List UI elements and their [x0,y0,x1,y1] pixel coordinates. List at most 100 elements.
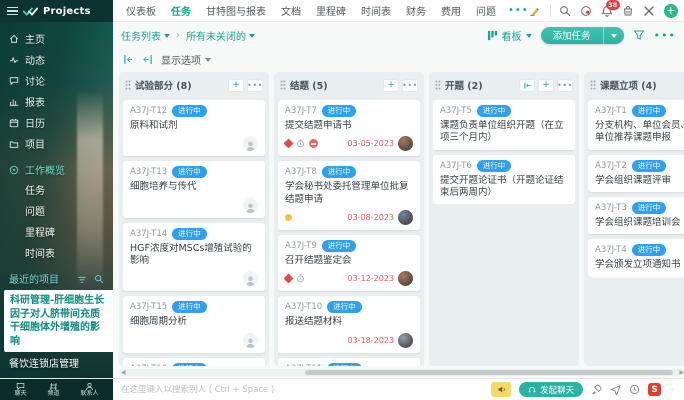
task-card-A37J-T13[interactable]: A37J-T13进行中细胞培养与传代 [123,161,265,217]
announcement-speaker-icon[interactable] [491,382,511,397]
assignee-avatar[interactable] [398,210,413,225]
task-card-A37J-T11[interactable]: A37J-T11进行中中国教育协会批复结题，颁发结题证书 [278,358,420,366]
task-card-A37J-T15[interactable]: A37J-T15进行中细胞周期分析 [123,296,265,352]
dock-tab-联系人[interactable]: 联系人 [80,382,98,398]
tab-里程碑[interactable]: 里程碑 [316,3,346,18]
help-clock-icon[interactable] [629,384,640,395]
tabs-more-button[interactable]: ••• [508,5,529,16]
kanban-column-课题立项: 课题立项 (4)+•••A37J-T1进行中分支机构、单位会员、地区等单位推荐课… [584,72,684,366]
task-card-A37J-T6[interactable]: A37J-T6进行中提交开题论证书（开题论证结束后两周内） [433,155,575,205]
recent-project-selected[interactable]: 科研管理-肝细胞生长因子对人脐带间充质干细胞体外增殖的影响 [4,290,113,352]
task-title: 原料和试剂 [130,120,258,132]
column-more-button[interactable]: ••• [247,79,263,92]
task-card-A37J-T9[interactable]: A37J-T9进行中召开结题鉴定会03-12-2023 [278,235,420,291]
send-icon[interactable] [610,384,621,395]
add-task-button[interactable]: 添加任务 [541,27,603,44]
collapse-all-columns-icon[interactable] [142,54,153,65]
add-card-button[interactable]: + [538,79,554,92]
record-icon[interactable] [580,4,593,17]
rocket-icon[interactable] [591,384,602,395]
due-date: 03-08-2023 [348,213,395,222]
assignee-avatar[interactable] [398,333,413,348]
scroll-right-arrow[interactable]: ▶ [679,369,684,376]
assignee-avatar-placeholder[interactable] [243,198,258,213]
scroll-left-arrow[interactable]: ◀ [121,369,126,376]
add-task-split-button[interactable]: 添加任务 [541,27,624,44]
task-card-A37J-T12[interactable]: A37J-T12进行中原料和试剂 [123,100,265,156]
dock-tab-频道[interactable]: 频道 [47,382,59,398]
marketplace-bag-icon[interactable] [622,4,635,17]
assignee-avatar-placeholder[interactable] [243,333,258,348]
task-card-A37J-T4[interactable]: A37J-T4进行中学会颁发立项通知书 [588,239,684,276]
drag-handle-icon[interactable] [280,80,286,90]
scrollbar-thumb[interactable] [305,370,672,375]
assignee-avatar-placeholder[interactable] [243,271,258,286]
assignee-avatar[interactable] [398,136,413,151]
add-task-dropdown-caret[interactable] [603,27,624,44]
collapse-column-button[interactable] [519,79,535,92]
task-card-A37J-T1[interactable]: A37J-T1进行中分支机构、单位会员、地区等单位推荐课题申报 [588,100,684,150]
task-card-A37J-T3[interactable]: A37J-T3进行中学会组织课题培训会 [588,197,684,234]
view-switch-kanban[interactable]: 看板 [487,28,532,43]
tab-仪表板[interactable]: 仪表板 [126,3,156,18]
filter-dropdown[interactable]: 所有未关闭的 [186,28,255,43]
work-subitem-时间表[interactable]: 时间表 [0,242,113,263]
tab-任务[interactable]: 任务 [171,3,191,18]
board-more-button[interactable]: ••• [654,29,676,42]
recent-project[interactable]: 项目管理 [0,376,113,379]
search-icon[interactable] [559,4,572,17]
tab-时间表[interactable]: 时间表 [361,3,391,18]
drag-handle-icon[interactable] [590,80,596,90]
start-chat-button[interactable]: 发起聊天 [519,382,583,397]
sidebar-item-报表[interactable]: 报表 [0,91,113,112]
tab-文档[interactable]: 文档 [281,3,301,18]
sidebar-section-work-overview[interactable]: 工作概览 [0,154,113,179]
people-search-input[interactable] [121,385,483,395]
expand-all-columns-icon[interactable] [123,54,134,65]
drag-handle-icon[interactable] [125,80,131,90]
task-card-A37J-T16[interactable]: A37J-T16进行中Western blot检测 [123,358,265,366]
notifications-bell-icon[interactable]: 38 [601,4,614,17]
sidebar-item-主页[interactable]: 主页 [0,28,113,49]
assignee-avatar[interactable] [398,271,413,286]
task-card-A37J-T8[interactable]: A37J-T8进行中学会秘书处委托管理单位批复结题申请03-08-2023 [278,161,420,230]
quick-add-button[interactable]: + [664,4,678,18]
work-subitem-里程碑[interactable]: 里程碑 [0,221,113,242]
sort-icon[interactable] [77,274,87,284]
tab-费用[interactable]: 费用 [441,3,461,18]
dock-tab-聊天[interactable]: 聊天 [14,382,26,398]
chevron-down-icon [164,34,170,38]
sidebar-item-日历[interactable]: 日历 [0,112,113,133]
app-logo-text[interactable]: Projects [43,6,91,17]
work-subitem-问题[interactable]: 问题 [0,200,113,221]
salesiq-icon[interactable]: S [648,383,661,396]
sidebar-item-讨论[interactable]: 讨论 [0,70,113,91]
add-card-button[interactable]: + [383,79,399,92]
display-options-dropdown[interactable]: 显示选项 [161,52,211,67]
task-card-A37J-T14[interactable]: A37J-T14进行中HGF浓度对MSCs增殖试验的影响 [123,223,265,292]
signature-pen-icon[interactable] [529,4,542,17]
task-list-dropdown[interactable]: 任务列表 [121,28,170,43]
column-more-button[interactable]: ••• [402,79,418,92]
tab-财务[interactable]: 财务 [406,3,426,18]
column-more-button[interactable]: ••• [557,79,573,92]
sidebar-item-项目[interactable]: 项目 [0,133,113,154]
tab-甘特图与报表[interactable]: 甘特图与报表 [206,3,266,18]
assignee-avatar-placeholder[interactable] [243,136,258,151]
resize-grip-icon[interactable]: ⁘ [669,386,676,394]
add-card-button[interactable]: + [228,79,244,92]
horizontal-scrollbar[interactable]: ◀ ▶ [119,369,684,376]
task-card-A37J-T10[interactable]: A37J-T10进行中报送结题材料03-18-2023 [278,296,420,352]
recent-project[interactable]: 餐饮连锁店管理 [0,354,113,376]
task-card-A37J-T7[interactable]: A37J-T7进行中提交结题申请书03-05-2023 [278,100,420,156]
work-subitem-任务[interactable]: 任务 [0,179,113,200]
tools-icon[interactable] [643,4,656,17]
sidebar-item-动态[interactable]: 动态 [0,49,113,70]
task-card-A37J-T5[interactable]: A37J-T5进行中课题负责单位组织开题（在立项三个月内） [433,100,575,150]
filter-funnel-icon[interactable] [633,29,645,41]
tab-问题[interactable]: 问题 [476,3,496,18]
hamburger-menu-icon[interactable] [7,7,18,15]
search-icon[interactable] [94,274,104,284]
task-card-A37J-T2[interactable]: A37J-T2进行中学会组织课题评审 [588,155,684,192]
drag-handle-icon[interactable] [435,80,441,90]
